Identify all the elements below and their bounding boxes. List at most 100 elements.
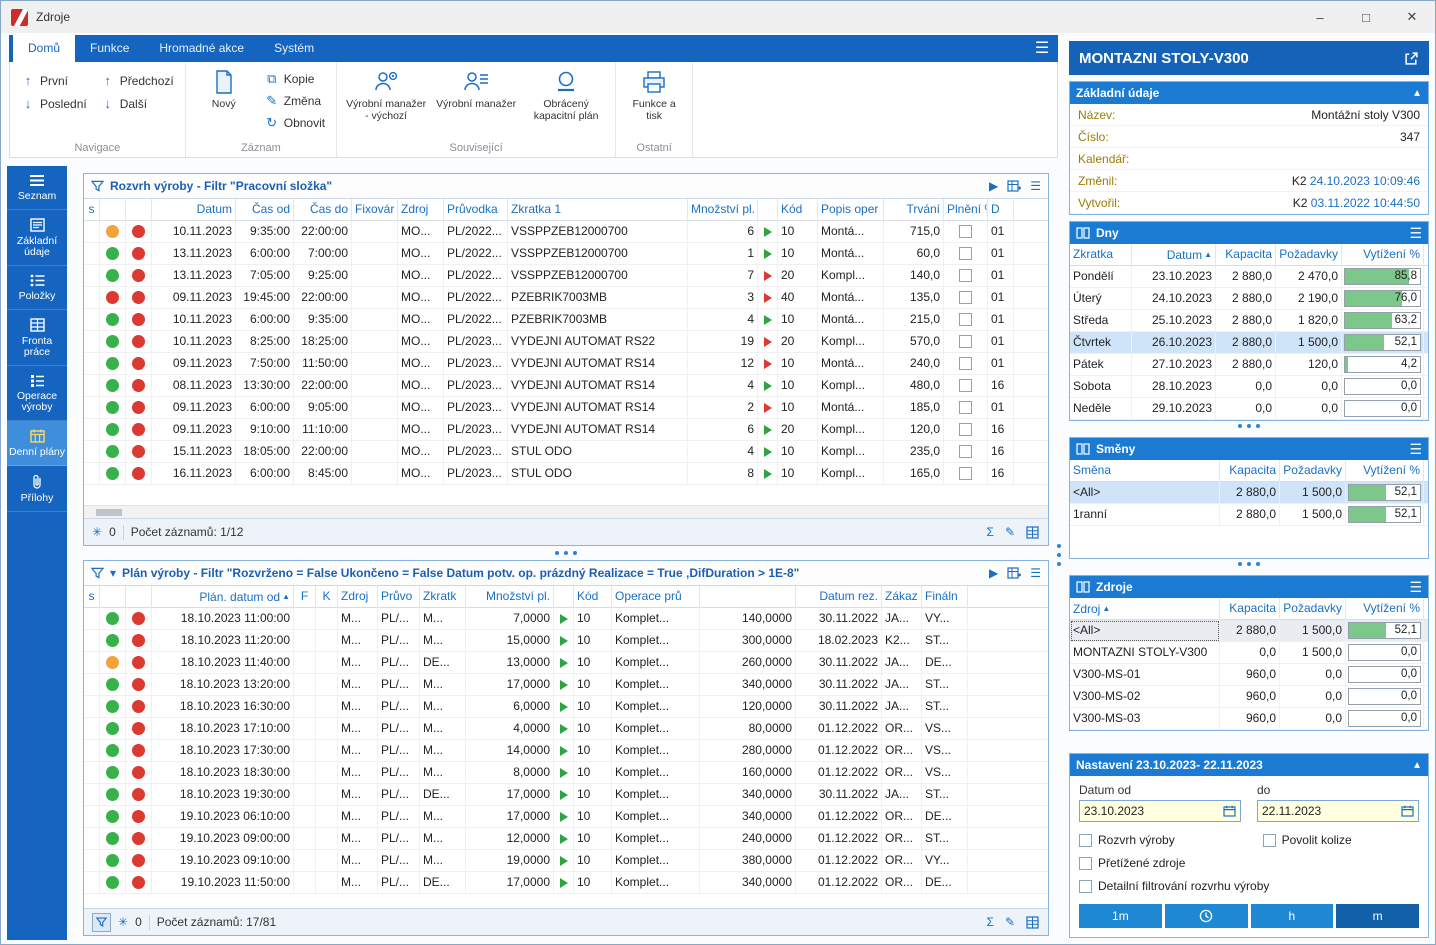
- table-row[interactable]: 15.11.202318:05:0022:00:00MO...PL/2023..…: [84, 441, 1048, 463]
- column-header[interactable]: Vytížení %: [1346, 598, 1424, 620]
- shifts-header[interactable]: Směny ☰: [1070, 438, 1428, 460]
- table-row[interactable]: 18.10.2023 13:20:00M...PL/...M...17,0000…: [84, 674, 1048, 696]
- vertical-splitter[interactable]: [1052, 173, 1066, 936]
- table-add-icon[interactable]: [1007, 567, 1021, 579]
- table-row[interactable]: 09.11.20237:50:0011:50:00MO...PL/2023...…: [84, 353, 1048, 375]
- ribbon-menu-icon[interactable]: ☰: [1026, 35, 1058, 62]
- section-menu-icon[interactable]: ☰: [1409, 225, 1422, 242]
- section-menu-icon[interactable]: ☰: [1409, 441, 1422, 458]
- tab-domu[interactable]: Domů: [13, 35, 75, 62]
- column-header[interactable]: Množství pl.: [466, 586, 554, 608]
- table-row[interactable]: 18.10.2023 19:30:00M...PL/...DE...17,000…: [84, 784, 1048, 806]
- column-header[interactable]: [554, 586, 574, 608]
- checkbox[interactable]: [959, 247, 972, 260]
- sidebar-item-fronta-prace[interactable]: Fronta práce: [7, 310, 67, 366]
- table-add-icon[interactable]: [1007, 180, 1021, 192]
- column-header[interactable]: Požadavky: [1280, 598, 1346, 620]
- run-icon[interactable]: ▶: [989, 566, 998, 580]
- column-header[interactable]: [126, 199, 152, 221]
- checkbox[interactable]: [959, 445, 972, 458]
- table-row[interactable]: 18.10.2023 17:10:00M...PL/...M...4,00001…: [84, 718, 1048, 740]
- asterisk-icon[interactable]: ✳: [118, 915, 128, 929]
- sidebar-item-seznam[interactable]: Seznam: [7, 166, 67, 210]
- column-header[interactable]: Datum▲: [1132, 244, 1216, 266]
- settings-header[interactable]: Nastavení 23.10.2023- 22.11.2023 ▲: [1070, 754, 1428, 776]
- table-row[interactable]: 19.10.2023 09:10:00M...PL/...M...19,0000…: [84, 850, 1048, 872]
- checkbox[interactable]: [959, 269, 972, 282]
- column-header[interactable]: Čas od: [236, 199, 294, 221]
- table-row[interactable]: 18.10.2023 11:40:00M...PL/...DE...13,000…: [84, 652, 1048, 674]
- grid-menu-icon[interactable]: ☰: [1030, 566, 1041, 580]
- column-header[interactable]: [758, 199, 778, 221]
- table-row[interactable]: Sobota28.10.20230,00,00,0: [1070, 376, 1428, 398]
- table-row[interactable]: MONTAZNI STOLY-V3000,01 500,00,0: [1070, 642, 1428, 664]
- asterisk-icon[interactable]: ✳: [92, 525, 102, 539]
- table-row[interactable]: 18.10.2023 16:30:00M...PL/...M...6,00001…: [84, 696, 1048, 718]
- chevron-down-icon[interactable]: ▾: [110, 566, 116, 580]
- new-record-button[interactable]: Nový: [192, 64, 256, 140]
- column-header[interactable]: Čas do: [294, 199, 352, 221]
- table-row[interactable]: 16.11.20236:00:008:45:00MO...PL/2023...S…: [84, 463, 1048, 485]
- first-button[interactable]: ↑První: [16, 72, 92, 89]
- checkbox[interactable]: [959, 379, 972, 392]
- column-header[interactable]: Směna: [1070, 460, 1220, 482]
- column-header[interactable]: Zkratk: [420, 586, 466, 608]
- refresh-button[interactable]: ↻Obnovit: [260, 114, 330, 132]
- checkbox-p-et-en-zdroje[interactable]: Přetížené zdroje: [1079, 856, 1419, 870]
- table-row[interactable]: Pátek27.10.20232 880,0120,04,2: [1070, 354, 1428, 376]
- column-header[interactable]: Průvo: [378, 586, 420, 608]
- column-header[interactable]: Požadavky: [1280, 460, 1346, 482]
- checkbox[interactable]: [959, 467, 972, 480]
- reverse-capacity-plan-button[interactable]: Obrácený kapacitní plán: [523, 64, 609, 140]
- table-row[interactable]: 10.11.20236:00:009:35:00MO...PL/2022...P…: [84, 309, 1048, 331]
- column-header[interactable]: Plnění %: [944, 199, 988, 221]
- table-row[interactable]: 19.10.2023 06:10:00M...PL/...M...17,0000…: [84, 806, 1048, 828]
- table-row[interactable]: <All>2 880,01 500,052,1: [1070, 620, 1428, 642]
- table-row[interactable]: 19.10.2023 11:50:00M...PL/...DE...17,000…: [84, 872, 1048, 894]
- interval-button-h[interactable]: h: [1251, 904, 1334, 928]
- scrollbar-thumb[interactable]: [96, 509, 122, 516]
- checkbox[interactable]: [1263, 834, 1276, 847]
- checkbox[interactable]: [959, 335, 972, 348]
- column-header[interactable]: Zdroj: [338, 586, 378, 608]
- table-row[interactable]: 08.11.202313:30:0022:00:00MO...PL/2023..…: [84, 375, 1048, 397]
- table-row[interactable]: Úterý24.10.20232 880,02 190,076,0: [1070, 288, 1428, 310]
- calendar-icon[interactable]: [1401, 805, 1414, 817]
- column-header[interactable]: [100, 199, 126, 221]
- sidebar-item-denni-plany[interactable]: Denní plány: [7, 421, 67, 466]
- column-header[interactable]: Množství pl.: [688, 199, 758, 221]
- next-button[interactable]: ↓Další: [96, 95, 179, 112]
- table-row[interactable]: 18.10.2023 18:30:00M...PL/...M...8,00001…: [84, 762, 1048, 784]
- horizontal-scrollbar[interactable]: [84, 505, 1048, 518]
- column-header[interactable]: Kód: [778, 199, 818, 221]
- column-header[interactable]: Zdroj▲: [1070, 598, 1220, 620]
- edit-icon[interactable]: ✎: [1005, 525, 1015, 539]
- date-from-input[interactable]: 23.10.2023: [1079, 800, 1241, 822]
- column-header[interactable]: D: [988, 199, 1014, 221]
- table-edit-icon[interactable]: [1026, 526, 1040, 539]
- checkbox[interactable]: [959, 401, 972, 414]
- section-menu-icon[interactable]: ☰: [1409, 579, 1422, 596]
- calendar-icon[interactable]: [1223, 805, 1236, 817]
- column-header[interactable]: Popis oper: [818, 199, 884, 221]
- column-header[interactable]: Průvodka: [444, 199, 508, 221]
- checkbox[interactable]: [959, 357, 972, 370]
- run-icon[interactable]: ▶: [989, 179, 998, 193]
- section-splitter[interactable]: [1069, 559, 1429, 569]
- column-header[interactable]: Zkratka: [1070, 244, 1132, 266]
- copy-button[interactable]: ⧉Kopie: [260, 70, 330, 88]
- column-header[interactable]: Vytížení %: [1342, 244, 1424, 266]
- column-header[interactable]: K: [316, 586, 338, 608]
- table-row[interactable]: Neděle29.10.20230,00,00,0: [1070, 398, 1428, 420]
- column-header[interactable]: Kapacita: [1220, 460, 1280, 482]
- filter-active-indicator[interactable]: [92, 913, 111, 932]
- tab-funkce[interactable]: Funkce: [75, 35, 144, 62]
- days-header[interactable]: Dny ☰: [1070, 222, 1428, 244]
- production-manager-button[interactable]: Výrobní manažer: [433, 64, 519, 140]
- table-row[interactable]: 18.10.2023 11:20:00M...PL/...M...15,0000…: [84, 630, 1048, 652]
- column-header[interactable]: Zdroj: [398, 199, 444, 221]
- checkbox[interactable]: [1079, 857, 1092, 870]
- close-button[interactable]: ✕: [1389, 1, 1435, 33]
- interval-button-1m[interactable]: 1m: [1079, 904, 1162, 928]
- edit-button[interactable]: ✎Změna: [260, 92, 330, 110]
